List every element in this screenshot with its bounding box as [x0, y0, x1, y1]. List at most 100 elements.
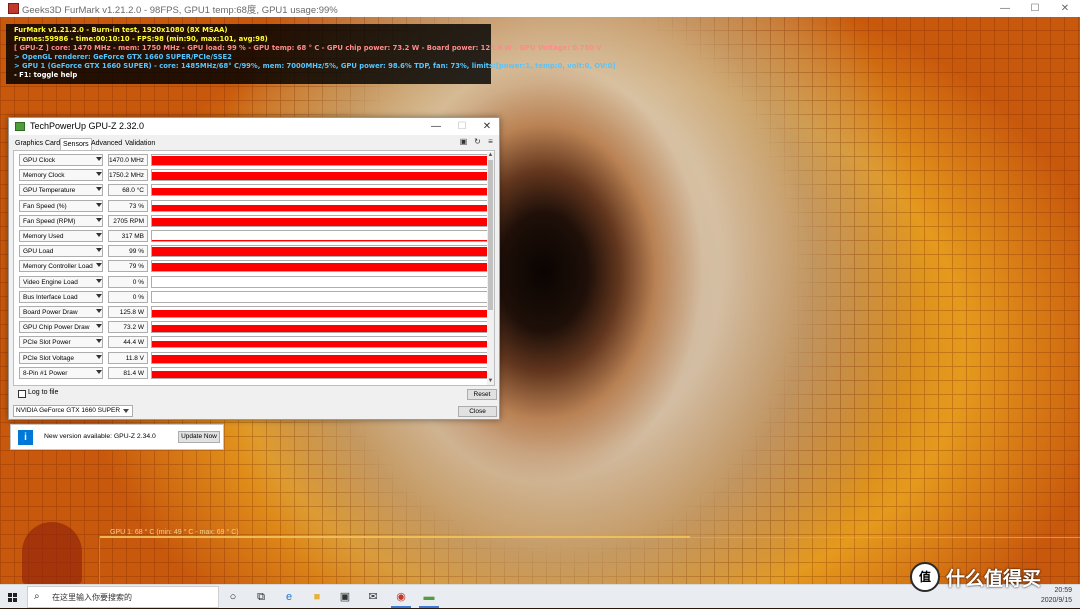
gpuz-close-button[interactable]: ✕ [475, 118, 499, 135]
tab-validation[interactable]: Validation [123, 138, 157, 149]
overlay-line: > OpenGL renderer: GeForce GTX 1660 SUPE… [14, 53, 232, 61]
search-placeholder: 在这里输入你要搜索的 [52, 593, 132, 602]
gpuz-window[interactable]: TechPowerUp GPU-Z 2.32.0 — ☐ ✕ Graphics … [8, 117, 500, 420]
temperature-graph-line [100, 536, 690, 538]
refresh-icon[interactable]: ↻ [473, 138, 482, 146]
sensor-value: 81.4 W [108, 366, 148, 379]
sensor-name-dropdown[interactable]: PCIe Slot Power [19, 336, 103, 349]
temperature-graph-axis [99, 536, 100, 584]
update-notification: i New version available: GPU-Z 2.34.0 Up… [10, 424, 224, 450]
update-notification-text: New version available: GPU-Z 2.34.0 [44, 433, 156, 440]
gpuz-window-title: TechPowerUp GPU-Z 2.32.0 [30, 121, 145, 131]
sensor-name-dropdown[interactable]: GPU Load [19, 245, 103, 258]
chevron-down-icon [96, 233, 102, 237]
furmark-taskbar-icon[interactable]: ◉ [392, 588, 410, 606]
overlay-line: FurMark v1.21.2.0 - Burn-in test, 1920x1… [14, 26, 228, 34]
sensor-name-dropdown[interactable]: GPU Clock [19, 154, 103, 166]
furmark-titlebar[interactable]: Geeks3D FurMark v1.21.2.0 - 98FPS, GPU1 … [0, 0, 1080, 18]
store-icon[interactable]: ▣ [336, 588, 354, 606]
sensor-name-dropdown[interactable]: Memory Used [19, 230, 103, 242]
gpuz-titlebar[interactable]: TechPowerUp GPU-Z 2.32.0 — ☐ ✕ [9, 118, 499, 135]
sensor-name-dropdown[interactable]: Memory Clock [19, 169, 103, 182]
scrollbar-thumb[interactable] [488, 160, 493, 310]
gpu-select-value: NVIDIA GeForce GTX 1660 SUPER [16, 407, 121, 414]
furmark-window-title: Geeks3D FurMark v1.21.2.0 - 98FPS, GPU1 … [22, 5, 338, 16]
sensor-value: 73.2 W [108, 321, 148, 334]
log-to-file-checkbox[interactable] [18, 390, 26, 398]
close-gpuz-button[interactable]: Close [458, 406, 497, 417]
cortana-icon[interactable]: ○ [224, 588, 242, 606]
sensor-value: 44.4 W [108, 336, 148, 349]
sensor-name-dropdown[interactable]: 8-Pin #1 Power [19, 366, 103, 379]
sensor-graph [151, 260, 491, 273]
sensor-graph-fill [152, 240, 490, 241]
start-button[interactable] [3, 587, 23, 607]
sensor-graph [151, 169, 491, 182]
gpu-select-dropdown[interactable]: NVIDIA GeForce GTX 1660 SUPER [13, 405, 133, 417]
sensor-name-dropdown[interactable]: Fan Speed (RPM) [19, 214, 103, 227]
sensor-name-dropdown[interactable]: Memory Controller Load [19, 260, 103, 273]
sensor-name-dropdown[interactable]: Board Power Draw [19, 306, 103, 318]
camera-icon[interactable]: ▣ [459, 138, 468, 146]
sensor-graph-fill [152, 156, 490, 165]
sensor-value: 68.0 °C [108, 184, 148, 197]
scroll-down-icon[interactable]: ▼ [487, 378, 494, 385]
file-explorer-icon[interactable]: ■ [308, 588, 326, 606]
gpuz-app-icon [15, 122, 25, 131]
sensor-name-dropdown[interactable]: PCIe Slot Voltage [19, 351, 103, 364]
sensor-name-dropdown[interactable]: Video Engine Load [19, 275, 103, 288]
sensor-graph [151, 245, 491, 258]
sensor-value: 0 % [108, 275, 148, 288]
menu-icon[interactable]: ≡ [486, 138, 495, 146]
sensor-graph [151, 351, 491, 364]
clock-date: 2020/9/15 [1040, 597, 1072, 604]
chevron-down-icon [96, 293, 102, 298]
sensor-name-dropdown[interactable]: GPU Chip Power Draw [19, 321, 103, 334]
sensor-graph-fill [152, 325, 490, 333]
mail-icon[interactable]: ✉ [364, 588, 382, 606]
chevron-down-icon [96, 172, 102, 177]
scroll-up-icon[interactable]: ▲ [487, 152, 494, 159]
windows-logo-icon [13, 598, 17, 602]
gpuz-taskbar-icon[interactable]: ▬ [420, 588, 438, 606]
sensor-graph [151, 184, 491, 197]
sensor-graph [151, 366, 491, 379]
sensor-list-scrollbar[interactable]: ▲ ▼ [487, 152, 494, 385]
windows-logo-icon [13, 593, 17, 597]
reset-button[interactable]: Reset [467, 389, 497, 400]
smzdm-logo: 值 [910, 562, 940, 592]
close-button[interactable]: ✕ [1050, 0, 1080, 17]
minimize-button[interactable]: — [990, 0, 1020, 17]
sensor-name-dropdown[interactable]: Fan Speed (%) [19, 199, 103, 212]
system-clock[interactable]: 20:59 2020/9/15 [1041, 586, 1072, 606]
sensor-graph-fill [152, 263, 490, 272]
search-icon: ⌕ [34, 591, 40, 602]
sensor-value: 1470.0 MHz [108, 154, 148, 166]
task-view-icon[interactable]: ⧉ [252, 588, 270, 606]
temperature-graph-label: GPU 1: 68 ° C (min: 49 ° C - max: 69 ° C… [110, 529, 239, 536]
gpuz-maximize-button[interactable]: ☐ [450, 118, 474, 135]
sensor-graph [151, 290, 491, 303]
sensor-graph [151, 275, 491, 288]
sensor-name-dropdown[interactable]: Bus Interface Load [19, 290, 103, 303]
chevron-down-icon [96, 369, 102, 374]
edge-icon[interactable]: e [280, 588, 298, 606]
sensor-name-dropdown[interactable]: GPU Temperature [19, 184, 103, 197]
maximize-button[interactable]: ☐ [1020, 0, 1050, 17]
gpuz-minimize-button[interactable]: — [424, 118, 448, 135]
sensor-graph [151, 230, 491, 242]
sensor-graph-fill [152, 218, 490, 226]
tab-sensors[interactable]: Sensors [60, 138, 92, 150]
tab-advanced[interactable]: Advanced [89, 138, 124, 149]
update-now-button[interactable]: Update Now [178, 431, 220, 443]
furmark-logo [22, 522, 82, 584]
furmark-app-icon [8, 3, 19, 14]
chevron-down-icon [96, 187, 102, 192]
chevron-down-icon [96, 339, 102, 344]
taskbar-search-box[interactable]: ⌕ 在这里输入你要搜索的 [27, 586, 219, 608]
furmark-stats-overlay: FurMark v1.21.2.0 - Burn-in test, 1920x1… [6, 24, 615, 84]
sensor-value: 317 MB [108, 230, 148, 242]
sensor-value: 2705 RPM [108, 214, 148, 227]
sensor-graph-fill [152, 340, 490, 348]
tab-graphics-card[interactable]: Graphics Card [13, 138, 62, 149]
